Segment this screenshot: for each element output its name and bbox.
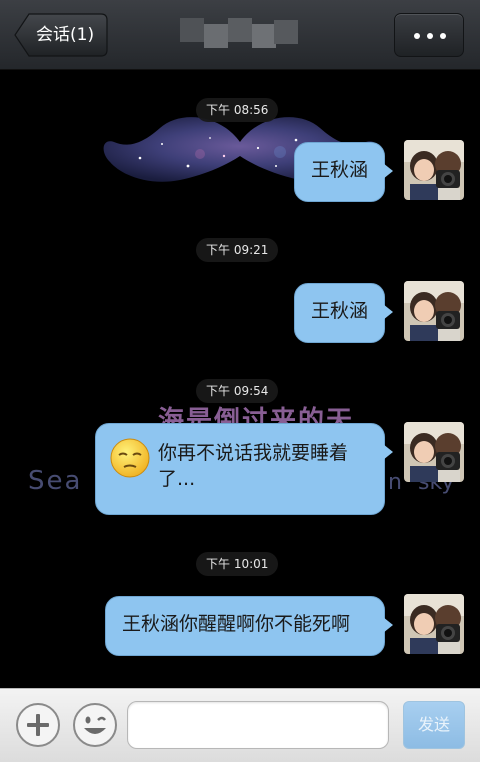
message-bubble[interactable]: 王秋涵你醒醒啊你不能死啊 <box>105 596 393 656</box>
page-title-blurred <box>180 18 298 52</box>
avatar[interactable] <box>404 594 464 654</box>
timestamp: 下午 09:54 <box>196 379 279 403</box>
avatar-photo-icon <box>404 594 464 654</box>
avatar-photo-icon <box>404 140 464 200</box>
timestamp: 下午 10:01 <box>196 552 279 576</box>
emoji-button[interactable] <box>72 702 118 748</box>
message-bubble[interactable]: 你再不说话我就要睡着了... <box>95 423 393 515</box>
avatar-photo-icon <box>404 422 464 482</box>
timestamp: 下午 09:21 <box>196 238 279 262</box>
message-text: 王秋涵 <box>311 300 369 322</box>
back-button-label: 会话(1) <box>36 25 95 45</box>
wallpaper-n-text: n <box>388 470 402 495</box>
timestamp: 下午 08:56 <box>196 98 279 122</box>
plus-icon <box>16 703 60 747</box>
bubble-tail <box>383 617 393 633</box>
message-text: 王秋涵 <box>311 159 369 181</box>
input-bar: 发送 <box>0 688 480 762</box>
send-button[interactable]: 发送 <box>403 701 465 749</box>
wallpaper-sea-text: Sea <box>28 466 83 496</box>
bubble-tail <box>383 304 393 320</box>
chat-area[interactable]: 海是倒过来的天 Sea n sky 下午 08:56 王秋涵 下午 09:21 … <box>0 70 480 688</box>
more-options-button[interactable] <box>394 13 464 57</box>
message-bubble[interactable]: 王秋涵 <box>294 142 393 202</box>
message-text: 你再不说话我就要睡着了... <box>158 442 349 490</box>
add-attachment-button[interactable] <box>15 702 61 748</box>
bubble-tail <box>383 444 393 460</box>
smiley-icon <box>73 703 117 747</box>
message-text: 王秋涵你醒醒啊你不能死啊 <box>122 613 351 635</box>
header-bar: 会话(1) <box>0 0 480 70</box>
sleepy-face-icon <box>110 438 150 478</box>
avatar-photo-icon <box>404 281 464 341</box>
message-bubble[interactable]: 王秋涵 <box>294 283 393 343</box>
avatar[interactable] <box>404 281 464 341</box>
avatar[interactable] <box>404 422 464 482</box>
avatar[interactable] <box>404 140 464 200</box>
message-input[interactable] <box>127 701 389 749</box>
bubble-tail <box>383 163 393 179</box>
back-button[interactable]: 会话(1) <box>14 13 108 57</box>
chat-screen: 会话(1) 海是倒过来的天 Sea n sky 下午 08:56 王秋涵 下午 … <box>0 0 480 762</box>
